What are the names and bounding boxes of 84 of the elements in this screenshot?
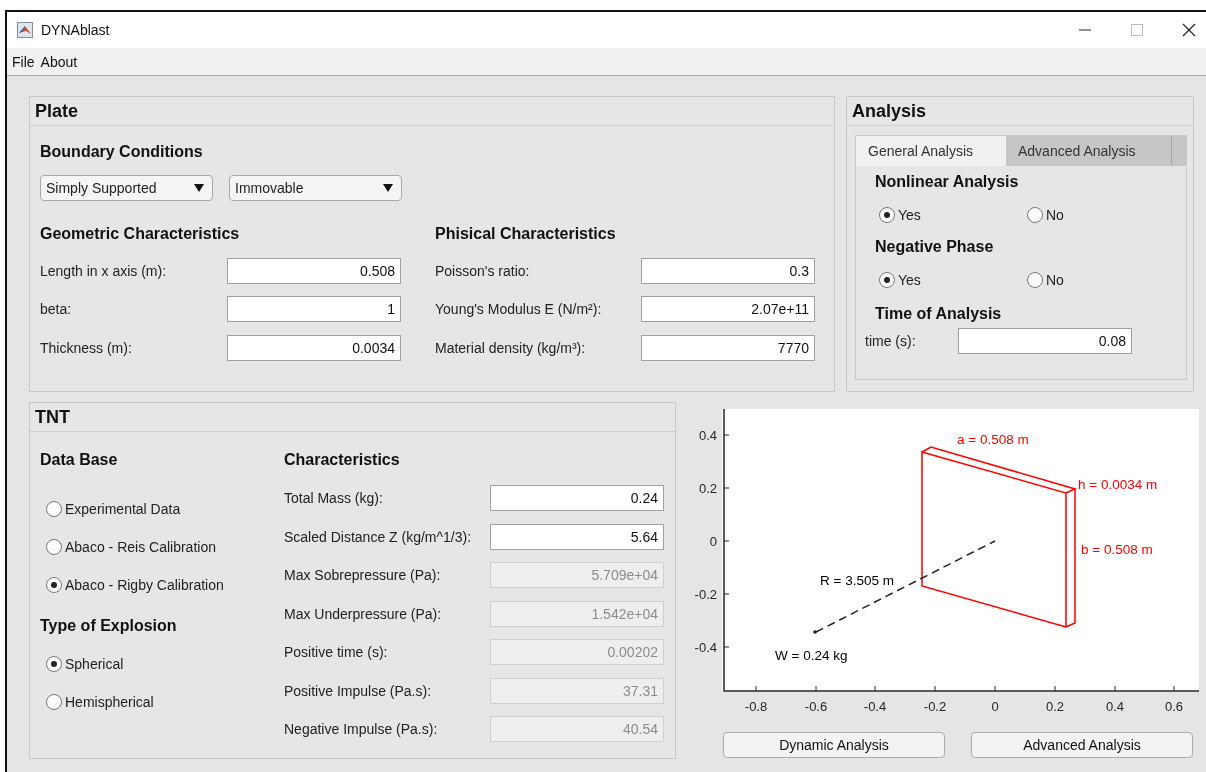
radio-button[interactable]: Abaco - Reis Calibration [46, 537, 284, 557]
radio-icon[interactable] [46, 501, 62, 517]
radio-icon[interactable] [46, 539, 62, 555]
text-field[interactable]: 5.64 [490, 523, 664, 550]
caret-icon [383, 184, 393, 192]
field-label: Material density (kg/m³): [435, 339, 586, 356]
plot-label: a = 0.508 m [957, 432, 1029, 447]
radio-icon[interactable] [46, 694, 62, 710]
radio-button[interactable]: Yes [879, 270, 1027, 290]
field-label: Length in x axis (m): [40, 262, 167, 279]
radio-button[interactable]: Yes [879, 205, 1027, 225]
radio-icon[interactable] [1027, 207, 1043, 223]
window-title: DYNAblast [41, 22, 110, 38]
field-label: Scaled Distance Z (kg/m^1/3): [284, 528, 472, 545]
field-label: Thickness (m): [40, 339, 132, 356]
radio-button[interactable]: Spherical [46, 654, 284, 674]
field-label: Young's Modulus E (N/m²): [435, 301, 602, 317]
text-field[interactable]: 2.07e+11 [641, 296, 815, 322]
radio-button[interactable]: No [1027, 205, 1064, 225]
tick-label: -0.2 [694, 587, 717, 602]
app-icon [17, 22, 33, 38]
text-field[interactable]: 1 [227, 296, 401, 322]
tick-label: 0 [709, 534, 717, 549]
radio-icon[interactable] [879, 207, 895, 223]
plot-label: b = 0.508 m [1081, 542, 1153, 557]
dropdown[interactable]: Immovable [229, 175, 402, 201]
field-label: beta: [40, 301, 72, 317]
tab[interactable]: General Analysis [856, 136, 1006, 166]
charge-point [813, 630, 817, 634]
section-heading: Phisical Characteristics [435, 224, 616, 244]
close-icon[interactable] [1182, 23, 1196, 37]
menu-item[interactable]: File [11, 53, 36, 70]
radio-button[interactable]: No [1027, 270, 1064, 290]
tick-label: 0.2 [698, 481, 717, 496]
caret-icon [194, 184, 204, 192]
text-field[interactable]: 0.0034 [227, 334, 401, 361]
text-field[interactable]: 0.3 [641, 257, 815, 284]
tick-label: -0.4 [694, 640, 717, 655]
tick-label: 0.4 [1105, 699, 1125, 714]
tick-label: -0.4 [863, 699, 887, 714]
dropdown[interactable]: Simply Supported [40, 175, 213, 201]
plot-label: h = 0.0034 m [1078, 477, 1158, 492]
tick-label: -0.6 [804, 699, 828, 714]
panel-title: TNT [35, 406, 70, 428]
radio-button[interactable]: Hemispherical [46, 692, 284, 712]
action-button[interactable]: Dynamic Analysis [723, 732, 945, 758]
panel-title: Analysis [852, 100, 927, 122]
radio-icon[interactable] [46, 577, 62, 593]
field-label: time (s): [865, 333, 916, 349]
field-label: Max Underpressure (Pa): [284, 605, 442, 622]
section-heading: Boundary Conditions [40, 142, 203, 162]
field-label: Negative Impulse (Pa.s): [284, 721, 438, 737]
action-button[interactable]: Advanced Analysis [971, 732, 1193, 758]
tick-label: -0.2 [923, 699, 947, 714]
section-heading: Data Base [40, 450, 118, 470]
text-field[interactable]: 0.08 [958, 328, 1132, 354]
radio-icon[interactable] [46, 656, 62, 672]
field-label: Positive Impulse (Pa.s): [284, 682, 432, 699]
tick-label: 0 [991, 699, 999, 714]
field-label: Poisson's ratio: [435, 262, 530, 279]
tick-label: 0.2 [1045, 699, 1065, 714]
radio-button[interactable]: Experimental Data [46, 499, 284, 519]
field-label: Positive time (s): [284, 644, 388, 660]
tick-label: 0.4 [698, 428, 717, 443]
section-heading: Geometric Characteristics [40, 224, 240, 244]
section-heading: Nonlinear Analysis [875, 172, 1019, 192]
tick-label: -0.8 [744, 699, 768, 714]
text-field[interactable]: 0.24 [490, 485, 664, 511]
section-heading: Type of Explosion [40, 616, 177, 636]
radio-icon[interactable] [1027, 272, 1043, 288]
field-label: Total Mass (kg): [284, 490, 383, 506]
panel-title: Plate [35, 100, 79, 122]
field-label: Max Sobrepressure (Pa): [284, 567, 441, 583]
text-field[interactable]: 0.508 [227, 257, 401, 284]
section-heading: Negative Phase [875, 237, 994, 257]
tick-label: 0.6 [1164, 699, 1184, 714]
radio-icon[interactable] [879, 272, 895, 288]
plot-label: R = 3.505 m [820, 573, 894, 588]
plot-label: W = 0.24 kg [775, 648, 848, 663]
menu-item[interactable]: About [39, 53, 79, 70]
section-heading: Time of Analysis [875, 304, 1002, 324]
radio-button[interactable]: Abaco - Rigby Calibration [46, 575, 284, 595]
section-heading: Characteristics [284, 450, 400, 470]
text-field[interactable]: 7770 [641, 334, 815, 361]
